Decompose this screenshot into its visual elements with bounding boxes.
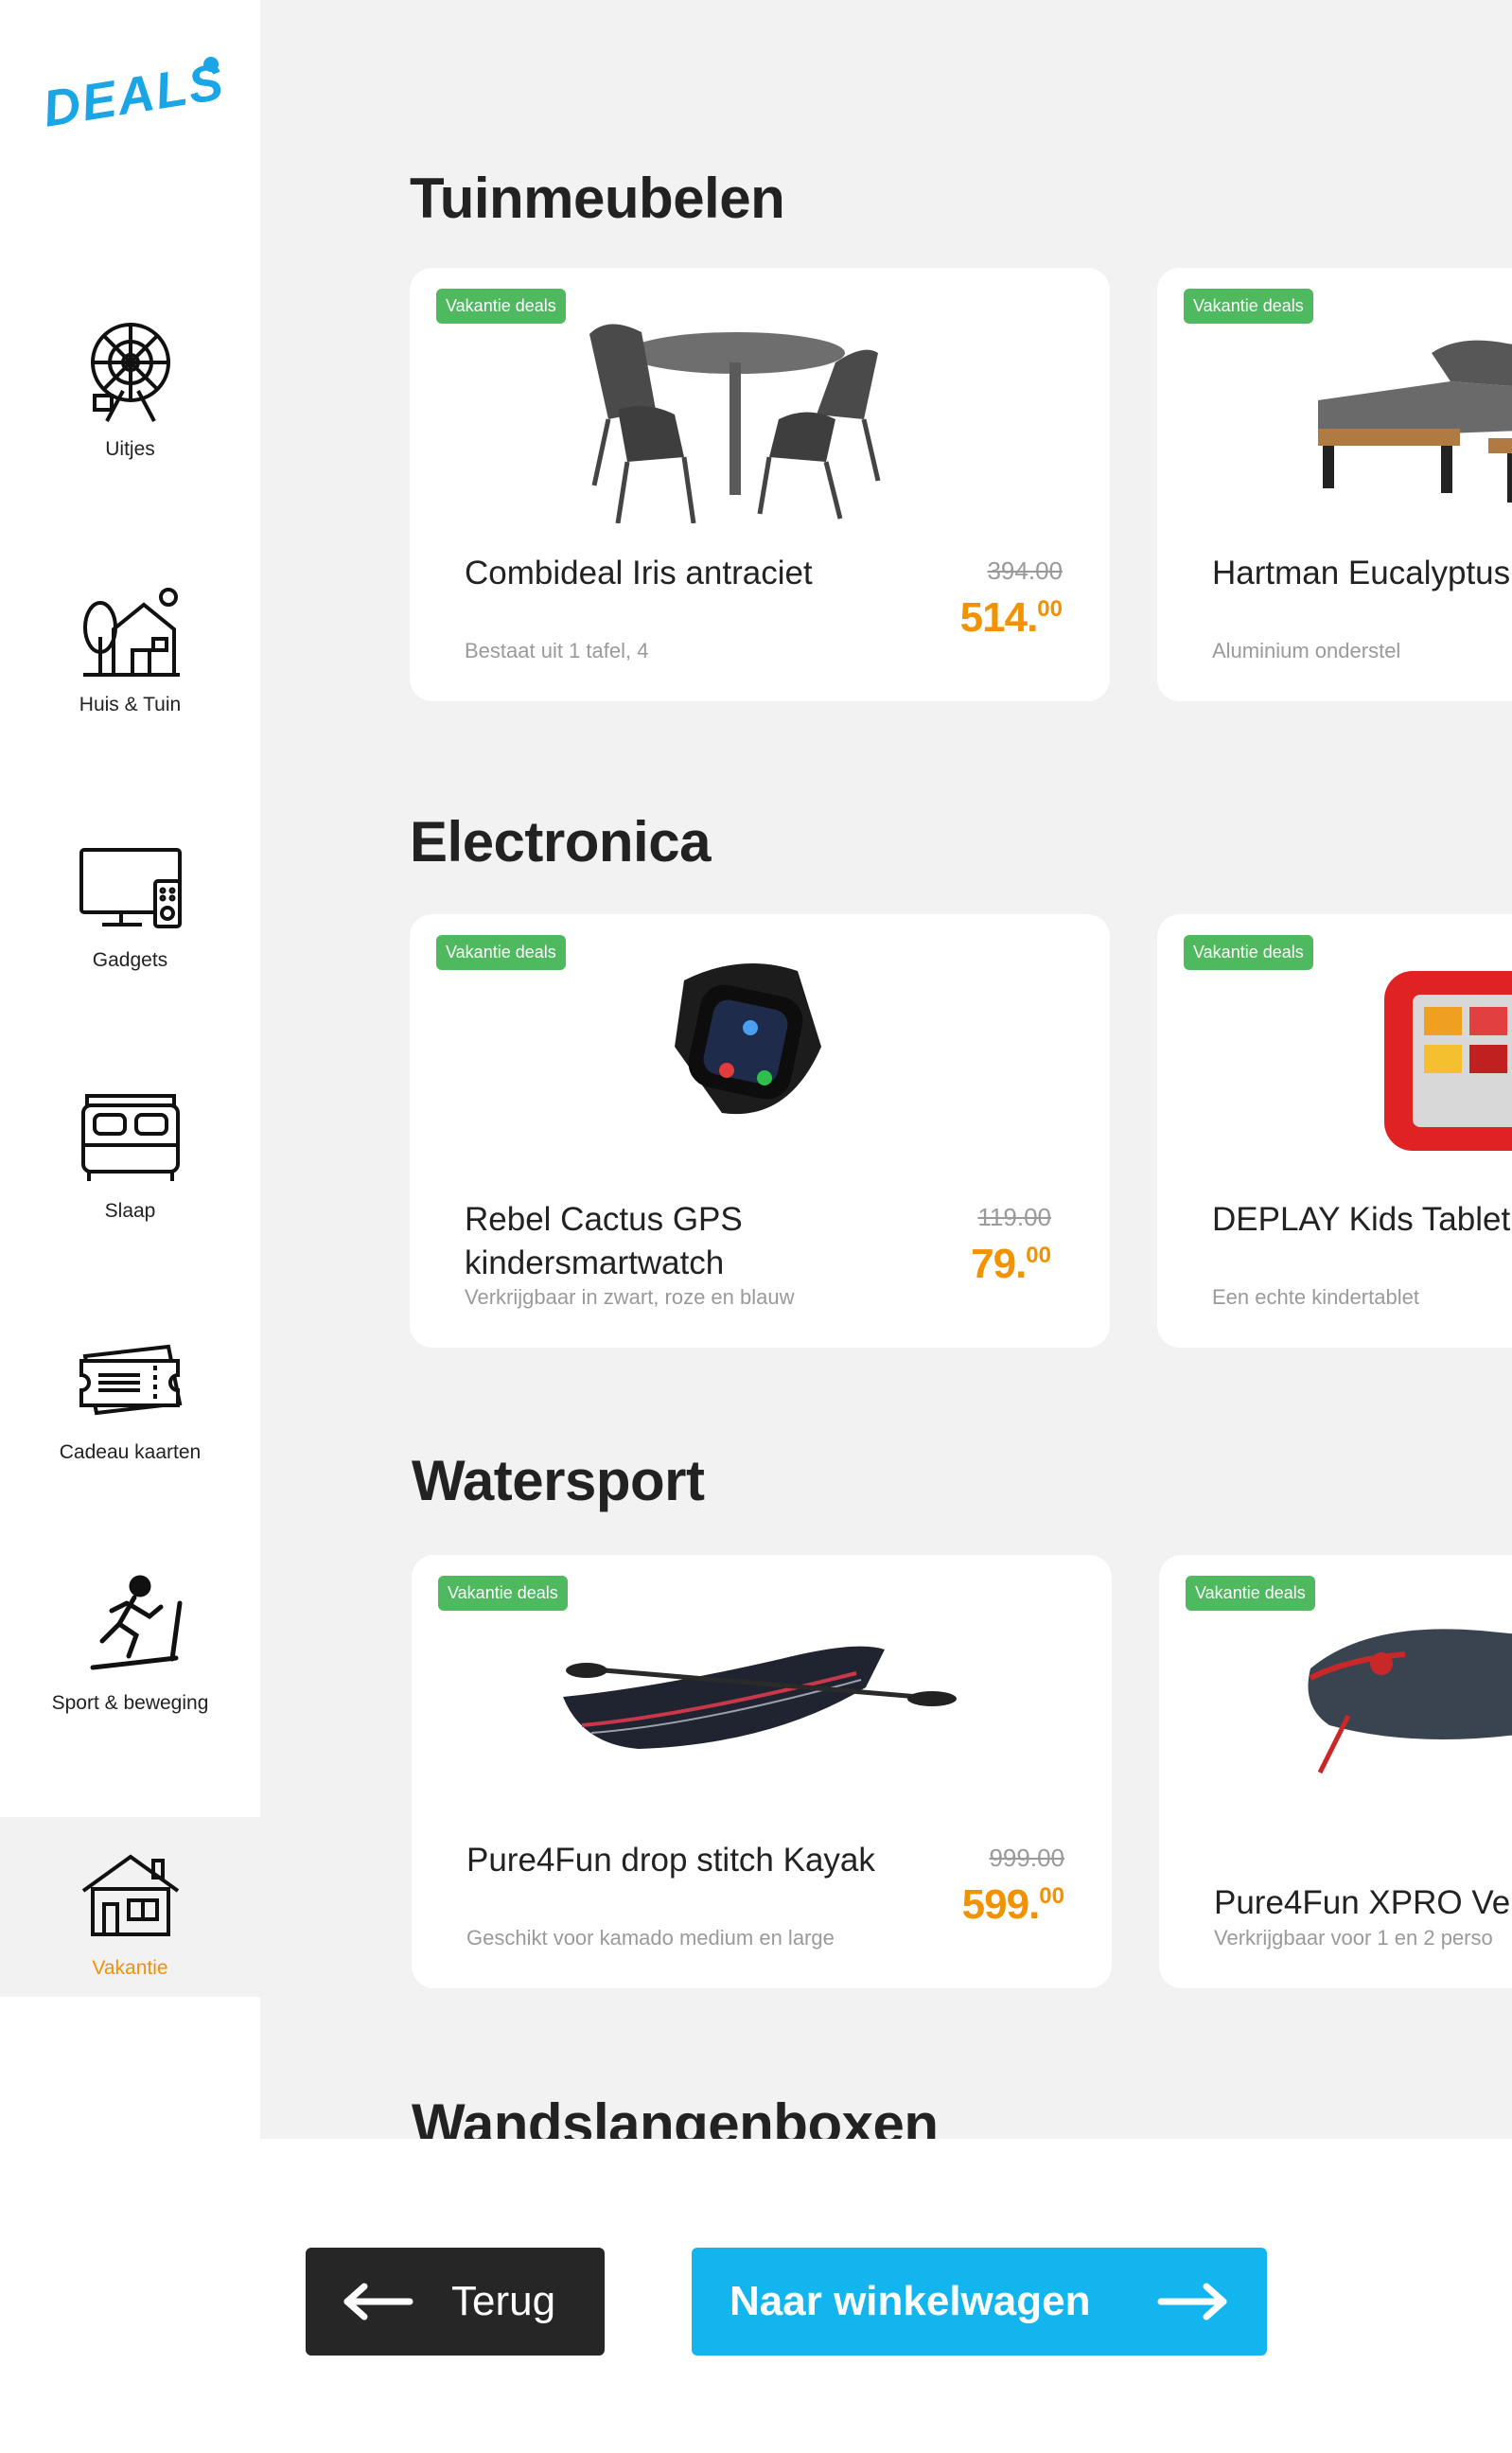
price-decimals: 00 [1039,1883,1064,1909]
sidebar-item-vakantie[interactable]: Vakantie [0,1817,260,1997]
inflatable-boat-icon [1308,1629,1512,1774]
price-integer: 514. [959,594,1039,641]
kids-tablet-icon [1384,971,1512,1151]
product-name: DEPLAY Kids Tablet Rood [1212,1201,1512,1238]
deal-price: 79.00 [971,1241,1051,1288]
price-integer: 79. [971,1241,1027,1287]
ah-logo-icon [203,57,219,72]
deal-badge: Vakantie deals [1184,935,1313,970]
product-name: Pure4Fun XPRO Ve [1214,1884,1511,1921]
cart-button-label: Naar winkelwagen [730,2278,1091,2324]
go-to-cart-button[interactable]: Naar winkelwagen [692,2248,1267,2356]
sidebar-item-slaap[interactable]: Slaap [0,1060,260,1240]
sidebar-item-label: Vakantie [92,1957,168,1979]
bed-icon [80,1094,180,1181]
treadmill-runner-icon [90,1575,182,1670]
deal-price: 514.00 [960,594,1063,642]
smartwatch-icon [675,963,821,1115]
price-decimals: 00 [1026,1243,1051,1268]
product-name: Hartman Eucalyptus loungeset inclusief [1212,555,1512,591]
deal-price: 599.00 [962,1881,1064,1929]
arrow-right-icon [1157,2283,1227,2321]
lounge-sofa-icon [1318,340,1512,503]
product-description: Een echte kindertablet [1212,1285,1419,1309]
logo-text: DEALS [39,53,229,138]
product-card[interactable]: Vakantie deals Combideal Iris antraciet … [410,268,1110,701]
section-title-watersport: Watersport [412,1449,705,1512]
product-card[interactable]: Vakantie deals Hartman Eucalyptus lounge… [1157,268,1512,701]
back-button-label: Terug [451,2278,556,2324]
product-name: Combideal Iris antraciet [465,555,813,591]
bottom-action-bar: Terug Naar winkelwagen [0,2139,1512,2453]
main-content[interactable]: Tuinmeubelen Vakantie deals Combideal Ir… [260,0,1512,2139]
deals-logo[interactable]: DEALS [39,53,228,142]
sidebar-item-label: Cadeau kaarten [59,1441,202,1463]
price-integer: 599. [961,1881,1041,1928]
gift-card-icon [79,1344,182,1416]
back-button[interactable]: Terug [306,2248,605,2356]
section-title-electronica: Electronica [410,810,711,874]
product-name: Pure4Fun drop stitch Kayak [466,1842,875,1879]
old-price: 394.00 [987,556,1063,585]
sidebar-item-cadeau-kaarten[interactable]: Cadeau kaarten [0,1301,260,1481]
price-decimals: 00 [1037,596,1063,622]
sidebar-item-label: Slaap [104,1200,156,1222]
product-description: Aluminium onderstel [1212,639,1401,662]
sidebar-item-label: Huis & Tuin [79,694,182,715]
sidebar-item-sport-beweging[interactable]: Sport & beweging [0,1552,260,1732]
sidebar-item-label: Sport & beweging [51,1692,209,1714]
old-price: 119.00 [977,1203,1051,1231]
product-description: Verkrijgbaar voor 1 en 2 perso [1214,1926,1493,1950]
house-tree-icon [82,588,180,677]
sidebar-item-label: Uitjes [105,438,155,460]
product-card[interactable]: Vakantie deals DEPLAY Kids Tablet Rood E… [1157,914,1512,1348]
kayak-icon [563,1646,957,1749]
product-card[interactable]: Vakantie deals Rebel Cactus GPS kindersm… [410,914,1110,1348]
sidebar-item-label: Gadgets [92,949,168,971]
garden-table-chairs-icon [589,324,881,523]
product-description: Bestaat uit 1 tafel, 4 [465,639,649,662]
deal-badge: Vakantie deals [436,935,566,970]
arrow-left-icon [343,2283,413,2321]
sidebar-item-huis-tuin[interactable]: Huis & Tuin [0,554,260,733]
section-title-tuinmeubelen: Tuinmeubelen [410,167,785,230]
old-price: 999.00 [989,1844,1064,1872]
product-description: Geschikt voor kamado medium en large [466,1926,835,1950]
holiday-house-icon [81,1854,179,1936]
product-card[interactable]: Vakantie deals Pure4Fun drop stitch Kaya… [412,1555,1112,1988]
ferris-wheel-icon [90,323,170,422]
sidebar-item-uitjes[interactable]: Uitjes [0,298,260,478]
deal-badge: Vakantie deals [436,289,566,324]
product-card[interactable]: Vakantie deals Pure4Fun XPRO Ve Verkrijg… [1159,1555,1512,1988]
sidebar-item-gadgets[interactable]: Gadgets [0,809,260,989]
tv-remote-icon [79,848,182,928]
section-title-wandslangenboxen: Wandslangenboxen [412,2092,939,2139]
product-name: Rebel Cactus GPS kindersmartwatch [465,1201,743,1281]
product-description: Verkrijgbaar in zwart, roze en blauw [465,1285,795,1309]
sidebar: DEALS Uitjes Huis & Tuin Gadgets Slaap C… [0,0,260,2139]
